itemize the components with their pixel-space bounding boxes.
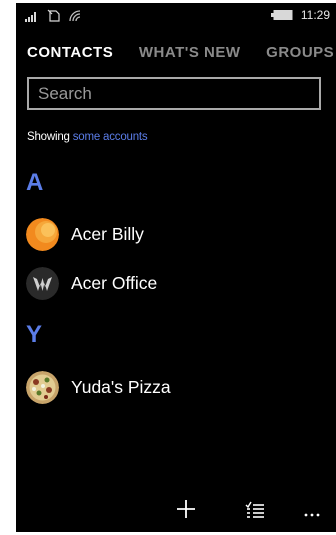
tab-whats-new[interactable]: WHAT'S NEW [139,44,241,61]
group-header-y[interactable]: Y [26,321,42,349]
select-button[interactable] [245,501,265,524]
filter-prefix: Showing [27,131,70,143]
group-header-a[interactable]: A [26,169,43,197]
contact-name: Acer Billy [71,223,144,244]
wifi-icon [69,10,81,22]
select-list-icon [245,501,264,518]
battery-icon [270,10,293,20]
no-sim-icon [47,9,60,22]
status-bar: 11:29 [16,3,336,29]
add-button[interactable] [176,499,196,524]
more-button[interactable] [304,504,320,522]
phone-screen: 11:29 CONTACTS WHAT'S NEW GROUPS Showing… [16,3,336,532]
clock: 11:29 [300,8,330,22]
contact-name: Acer Office [71,272,158,293]
search-box [27,77,321,110]
account-filter: Showing some accounts [27,131,148,143]
contact-item[interactable]: Acer Billy [26,216,144,252]
pizza-avatar [26,370,59,404]
status-left [25,9,82,22]
search-input[interactable] [29,79,319,108]
status-right: 11:29 [270,8,330,22]
some-accounts-link[interactable]: some accounts [73,131,148,143]
more-icon [304,513,320,517]
tab-contacts[interactable]: CONTACTS [27,44,113,61]
contact-name: Yuda's Pizza [71,376,171,397]
pivot-header: CONTACTS WHAT'S NEW GROUPS [27,44,336,61]
signal-icon [25,12,36,22]
orange-circle-avatar [26,217,59,251]
acer-logo-avatar [26,266,59,300]
app-bar [16,492,336,532]
tab-groups[interactable]: GROUPS [266,44,334,61]
contact-item[interactable]: Yuda's Pizza [26,369,171,405]
contact-item[interactable]: Acer Office [26,265,157,301]
add-icon [177,500,195,518]
